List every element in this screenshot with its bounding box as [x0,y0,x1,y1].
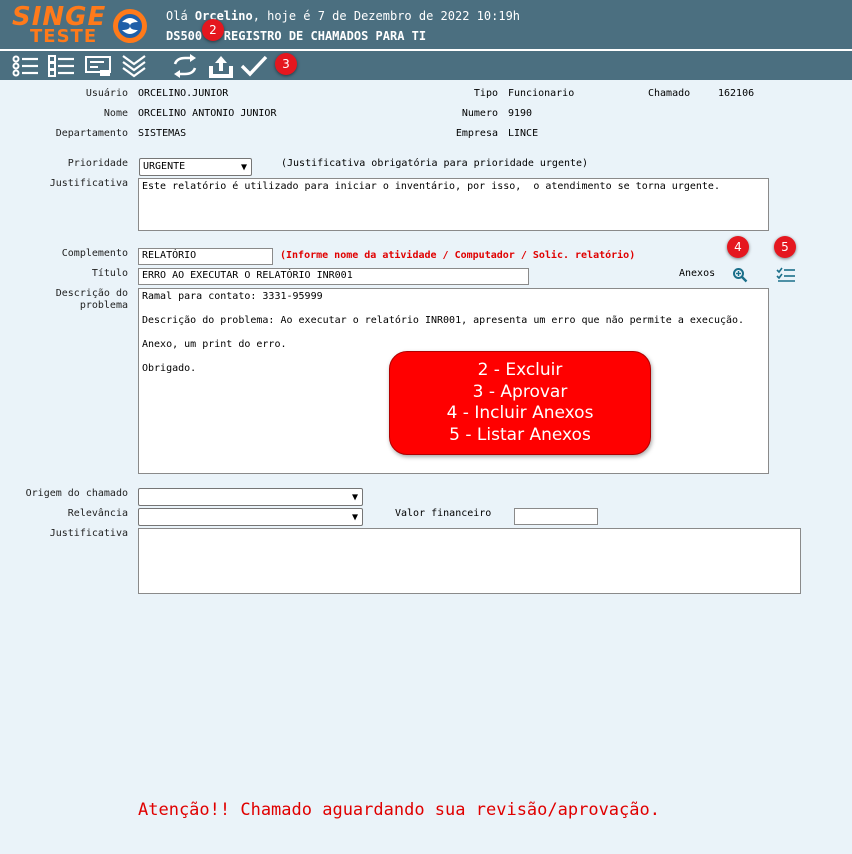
numero-label: Numero [461,108,498,119]
chamado-label: Chamado [648,88,691,99]
origem-select[interactable]: ▼ [138,488,363,506]
prioridade-selected-value: URGENTE [143,161,186,172]
usuario-value: ORCELINO.JUNIOR [138,88,229,99]
valor-financeiro-label: Valor financeiro [395,508,492,519]
valor-financeiro-input[interactable] [514,508,598,525]
upload-icon[interactable] [207,52,235,80]
origem-label: Origem do chamado [25,488,128,499]
add-attachment-icon[interactable] [732,267,748,283]
logo-emblem-icon [113,9,147,43]
relevancia-label: Relevância [67,508,128,519]
titulo-label: Título [91,268,128,279]
justificativa2-textarea[interactable] [138,528,801,594]
header-divider [0,49,852,51]
refresh-icon[interactable] [171,52,199,80]
nome-value: ORCELINO ANTONIO JUNIOR [138,108,277,119]
list-attachments-icon[interactable] [776,267,796,283]
chevron-down-icon: ▼ [351,512,358,523]
relevancia-select[interactable]: ▼ [138,508,363,526]
prioridade-select[interactable]: URGENTE ▼ [139,158,252,176]
prioridade-label: Prioridade [67,158,128,169]
descricao-label-line2: problema [79,300,128,311]
descricao-label-line1: Descrição do [55,288,128,299]
callout-line-incluir-anexos: 4 - Incluir Anexos [446,403,594,423]
justificativa-label: Justificativa [49,178,128,189]
chamado-value: 162106 [718,88,755,99]
anexos-label: Anexos [679,268,716,279]
tipo-value: Funcionario [508,88,575,99]
chevron-down-icon: ▼ [240,162,247,173]
checkmark-icon[interactable] [240,52,268,80]
tipo-label: Tipo [473,88,498,99]
list-icon[interactable] [11,52,39,80]
justificativa-textarea[interactable]: Este relatório é utilizado para iniciar … [138,178,769,231]
justificativa2-label: Justificativa [49,528,128,539]
complemento-hint: (Informe nome da atividade / Computador … [280,250,636,261]
callout-line-listar-anexos: 5 - Listar Anexos [449,424,591,445]
badge-delete: 2 [202,19,224,41]
chevron-down-icon: ▼ [351,492,358,503]
badge-approve: 3 [275,53,297,75]
badge-add-attachment: 4 [727,236,749,258]
usuario-label: Usuário [85,88,128,99]
empresa-value: LINCE [508,128,539,139]
approval-warning-message: Atenção!! Chamado aguardando sua revisão… [138,800,660,820]
prioridade-hint: (Justificativa obrigatória para priorida… [281,158,589,169]
form-icon[interactable] [84,52,112,80]
legend-callout: 2 - Excluir 3 - Aprovar 4 - Incluir Anex… [389,351,651,455]
complemento-label: Complemento [61,248,128,259]
app-header: SINGE TESTE Olá Orcelino, hoje é 7 de De… [0,0,852,80]
titulo-input[interactable]: ERRO AO EXECUTAR O RELATÓRIO INR001 [138,268,529,285]
double-chevron-down-icon[interactable] [120,52,148,80]
complemento-input[interactable]: RELATÓRIO [138,248,273,265]
numero-value: 9190 [508,108,533,119]
nome-label: Nome [103,108,128,119]
logo-teste: TESTE [30,26,98,47]
badge-list-attachments: 5 [774,236,796,258]
empresa-label: Empresa [455,128,498,139]
callout-line-excluir: 2 - Excluir [477,360,563,380]
departamento-value: SISTEMAS [138,128,187,139]
departamento-label: Departamento [55,128,128,139]
callout-line-aprovar: 3 - Aprovar [472,381,568,402]
checklist-icon[interactable] [47,52,75,80]
